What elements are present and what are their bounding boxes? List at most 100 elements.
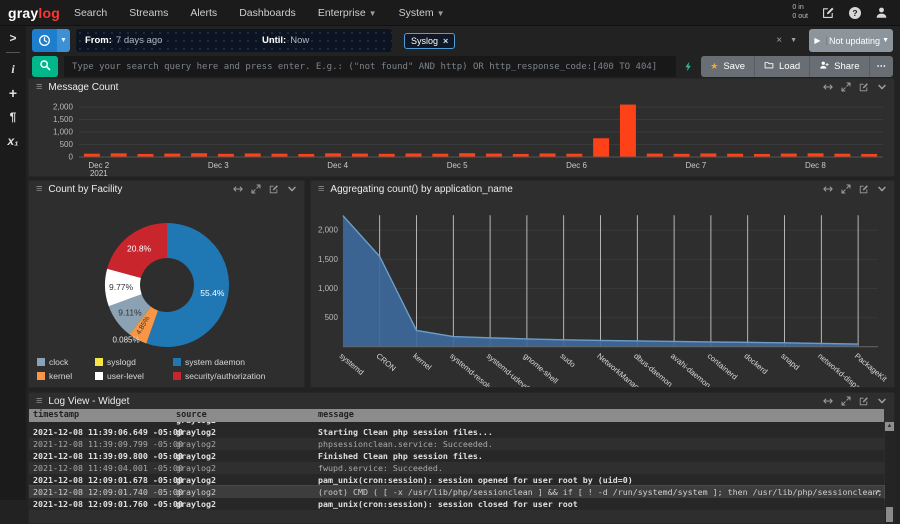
save-button[interactable]: ★Save: [701, 56, 755, 77]
stream-chip-syslog[interactable]: Syslog ×: [404, 33, 455, 49]
search-query-input[interactable]: [64, 56, 676, 77]
time-range-button[interactable]: ▼: [32, 29, 70, 52]
drag-handle-icon[interactable]: ≡: [36, 82, 42, 93]
pilcrow-icon[interactable]: ¶: [0, 105, 26, 129]
menu-item-alerts[interactable]: Alerts: [190, 7, 217, 19]
scrollbar[interactable]: ▲: [885, 422, 894, 523]
edit-icon[interactable]: [859, 184, 869, 194]
scroll-up-icon[interactable]: ▲: [885, 422, 894, 431]
drag-handle-icon[interactable]: ≡: [36, 184, 42, 195]
move-icon[interactable]: [233, 184, 243, 194]
info-icon[interactable]: i: [0, 57, 26, 81]
widget-header: ≡ Aggregating count() by application_nam…: [311, 181, 894, 197]
edit-icon[interactable]: [859, 396, 869, 406]
widget-title: Log View - Widget: [48, 396, 129, 407]
chevron-down-icon[interactable]: [877, 396, 887, 406]
fullscreen-icon[interactable]: [841, 396, 851, 406]
svg-text:2021: 2021: [90, 169, 108, 176]
select-caret-icon[interactable]: ▼: [790, 37, 797, 44]
plus-icon[interactable]: +: [0, 81, 26, 105]
menu-item-streams[interactable]: Streams: [129, 7, 168, 19]
help-icon[interactable]: ?: [849, 7, 861, 19]
log-table-row[interactable]: 2021-12-08 11:39:09.799 -05:00graylog2ph…: [29, 438, 884, 450]
svg-text:Dec 5: Dec 5: [447, 161, 468, 170]
move-icon[interactable]: [823, 396, 833, 406]
fullscreen-icon[interactable]: [841, 82, 851, 92]
widget-actions: [823, 396, 887, 406]
select-clear-icon[interactable]: ×: [776, 35, 782, 46]
cell-message: Starting Clean php session files...: [318, 426, 884, 438]
sidebar-divider: [6, 52, 20, 53]
widget-aggregation: ≡ Aggregating count() by application_nam…: [310, 180, 895, 388]
facility-pie-body: 55.4%4.85%0.085%9.11%9.77%20.8% clocksys…: [29, 197, 304, 387]
chevron-down-icon[interactable]: [877, 184, 887, 194]
legend-item-system-daemon[interactable]: system daemon: [173, 357, 300, 367]
cell-message: (root) CMD ( [ -x /usr/lib/php/sessioncl…: [318, 486, 884, 498]
menu-item-dashboards[interactable]: Dashboards: [239, 7, 296, 19]
chevron-down-icon[interactable]: [287, 184, 297, 194]
column-header-source[interactable]: source: [176, 409, 318, 422]
menu-item-system[interactable]: System▼: [399, 7, 445, 19]
play-icon[interactable]: ▶: [809, 36, 827, 45]
log-table-row[interactable]: 2021-12-08 12:09:01.740 -05:00graylog2(r…: [29, 486, 884, 498]
legend-label: security/authorization: [185, 371, 265, 381]
fullscreen-icon[interactable]: [251, 184, 261, 194]
edit-icon[interactable]: [859, 82, 869, 92]
top-navbar: graylog Search Streams Alerts Dashboards Ent…: [0, 0, 900, 26]
stream-filter-select[interactable]: Syslog × × ▼: [398, 29, 803, 52]
drag-handle-icon[interactable]: ≡: [36, 396, 42, 407]
folder-icon: [764, 60, 774, 73]
log-table-row[interactable]: 2021-12-08 11:39:06.649 -05:00graylog2St…: [29, 426, 884, 438]
legend-item-security-authorization[interactable]: security/authorization: [173, 371, 300, 381]
scrollbar-thumb[interactable]: [886, 507, 893, 522]
chip-close-icon[interactable]: ×: [443, 36, 448, 46]
svg-text:dockerd: dockerd: [742, 351, 769, 376]
move-icon[interactable]: [823, 82, 833, 92]
graylog-logo[interactable]: graylog: [0, 5, 74, 21]
log-table: timestampsourcemessagegraylog22021-12-08…: [29, 409, 884, 523]
chevron-down-icon[interactable]: [877, 82, 887, 92]
more-actions-button[interactable]: ⋯: [870, 56, 894, 77]
legend-item-kernel[interactable]: kernel: [37, 371, 95, 381]
share-button[interactable]: Share: [810, 56, 869, 77]
time-range-field[interactable]: From: 7 days ago Until: Now: [76, 29, 392, 52]
legend-item-clock[interactable]: clock: [37, 357, 95, 367]
legend-label: kernel: [49, 371, 72, 381]
from-value[interactable]: 7 days ago: [116, 35, 162, 46]
user-icon[interactable]: [875, 6, 888, 19]
drag-handle-icon[interactable]: ≡: [318, 184, 324, 195]
column-header-message[interactable]: message: [318, 409, 884, 422]
log-table-row[interactable]: 2021-12-08 11:39:09.800 -05:00graylog2Fi…: [29, 450, 884, 462]
fields-icon[interactable]: x₁: [0, 129, 26, 153]
edit-icon[interactable]: [269, 184, 279, 194]
cell-source: graylog2: [176, 486, 318, 498]
chevron-right-icon[interactable]: >: [0, 26, 26, 50]
move-icon[interactable]: [823, 184, 833, 194]
time-range-caret[interactable]: ▼: [57, 29, 70, 52]
column-header-timestamp[interactable]: timestamp: [33, 409, 176, 422]
refresh-button[interactable]: ▶ Not updating ▼: [809, 29, 893, 52]
widget-header: ≡ Count by Facility: [29, 181, 304, 197]
cell-message: Finished Clean php session files.: [318, 450, 884, 462]
menu-item-enterprise[interactable]: Enterprise▼: [318, 7, 377, 19]
menu-item-search[interactable]: Search: [74, 7, 107, 19]
open-message-icon[interactable]: ↗: [875, 486, 880, 498]
refresh-caret-icon[interactable]: ▼: [882, 37, 889, 44]
svg-text:snapd: snapd: [779, 351, 801, 372]
svg-text:Dec 3: Dec 3: [208, 161, 229, 170]
until-value[interactable]: Now: [290, 35, 309, 46]
log-table-row[interactable]: 2021-12-08 12:09:01.678 -05:00graylog2pa…: [29, 474, 884, 486]
cell-timestamp: 2021-12-08 12:09:01.678 -05:00: [33, 474, 176, 486]
svg-text:gnome-shell: gnome-shell: [522, 351, 560, 385]
svg-text:0.085%: 0.085%: [112, 335, 139, 344]
legend-item-syslogd[interactable]: syslogd: [95, 357, 173, 367]
fullscreen-icon[interactable]: [841, 184, 851, 194]
legend-item-user-level[interactable]: user-level: [95, 371, 173, 381]
log-table-row[interactable]: 2021-12-08 11:49:04.001 -05:00graylog2fw…: [29, 462, 884, 474]
log-table-header: timestampsourcemessage: [29, 409, 884, 422]
svg-text:containerd: containerd: [706, 351, 740, 381]
search-button[interactable]: [32, 56, 58, 77]
load-button[interactable]: Load: [755, 56, 810, 77]
clock-icon[interactable]: [32, 29, 57, 52]
edit-icon[interactable]: [822, 6, 835, 19]
